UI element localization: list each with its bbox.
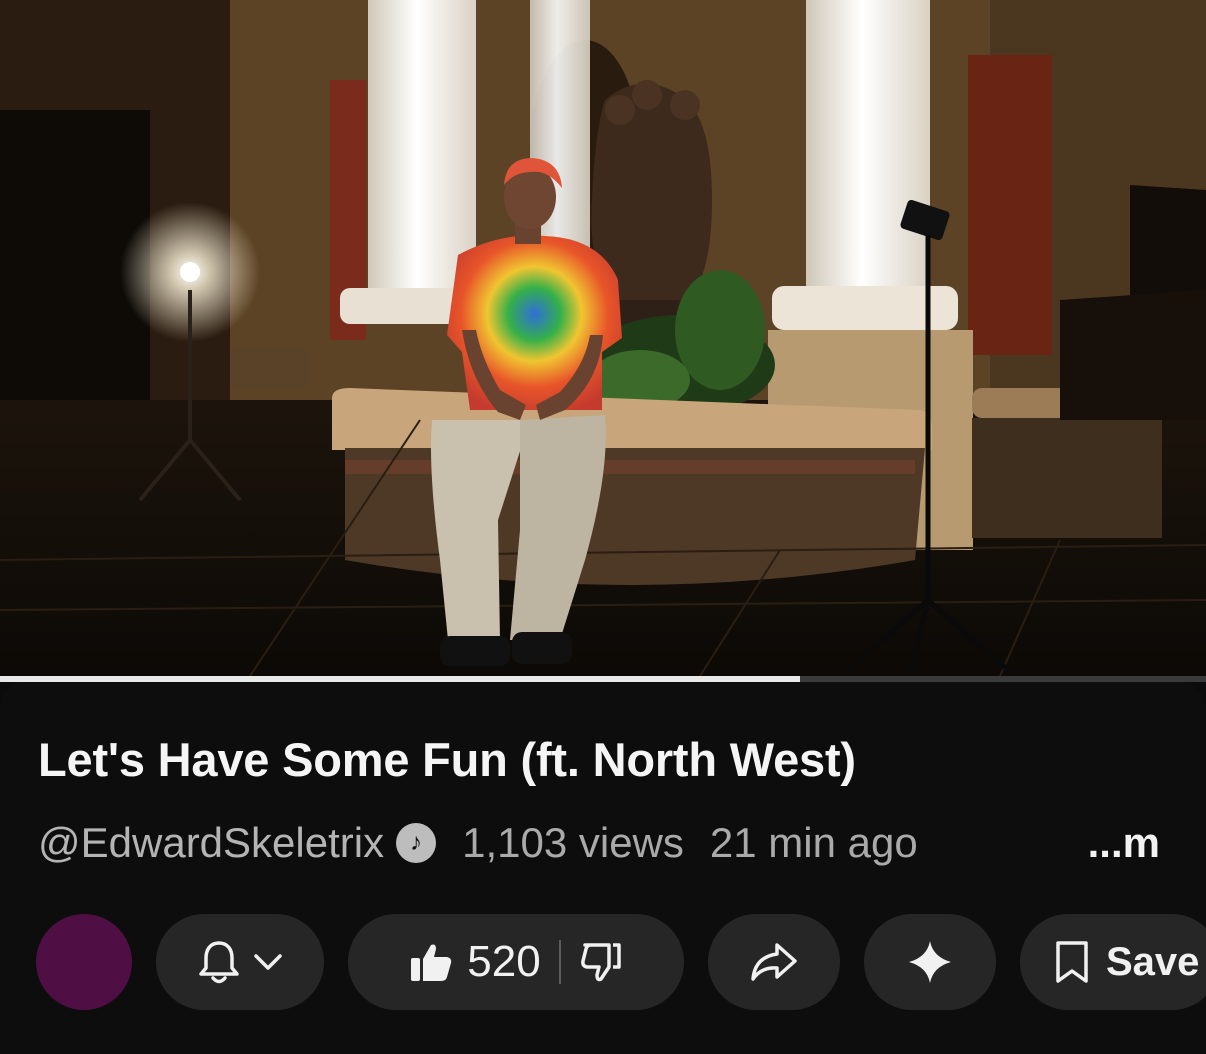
- upload-age: 21 min ago: [709, 819, 918, 866]
- subscribe-notification-button[interactable]: [156, 914, 324, 1010]
- remix-button[interactable]: [864, 914, 996, 1010]
- action-row: 520 Save: [36, 914, 1206, 1010]
- thumbs-up-icon[interactable]: [409, 941, 453, 983]
- like-divider: [558, 940, 561, 984]
- watch-page: Let's Have Some Fun (ft. North West) @Ed…: [0, 0, 1206, 1054]
- video-title[interactable]: Let's Have Some Fun (ft. North West): [38, 732, 1178, 787]
- music-note-badge-icon: ♪: [396, 823, 437, 863]
- like-count: 520: [467, 937, 541, 986]
- like-dislike-button[interactable]: 520: [348, 914, 684, 1010]
- save-button[interactable]: Save: [1020, 914, 1206, 1010]
- share-button[interactable]: [708, 914, 840, 1010]
- video-info-panel: Let's Have Some Fun (ft. North West) @Ed…: [0, 682, 1206, 1054]
- thumbs-down-icon[interactable]: [579, 941, 623, 983]
- video-meta-row[interactable]: @EdwardSkeletrix ♪ 1,103 views 21 min ag…: [38, 818, 1198, 868]
- video-frame-image: [0, 0, 1206, 676]
- channel-avatar[interactable]: [36, 914, 132, 1010]
- share-arrow-icon: [749, 941, 799, 983]
- video-player[interactable]: [0, 0, 1206, 676]
- bell-icon: [197, 939, 241, 985]
- view-count: 1,103 views: [462, 819, 684, 866]
- save-label: Save: [1106, 939, 1200, 984]
- sparkle-icon: [907, 939, 953, 985]
- bookmark-icon: [1054, 940, 1090, 984]
- chevron-down-icon: [253, 952, 283, 972]
- channel-handle[interactable]: @EdwardSkeletrix: [38, 819, 384, 867]
- more-description-link[interactable]: ...m: [1088, 819, 1160, 867]
